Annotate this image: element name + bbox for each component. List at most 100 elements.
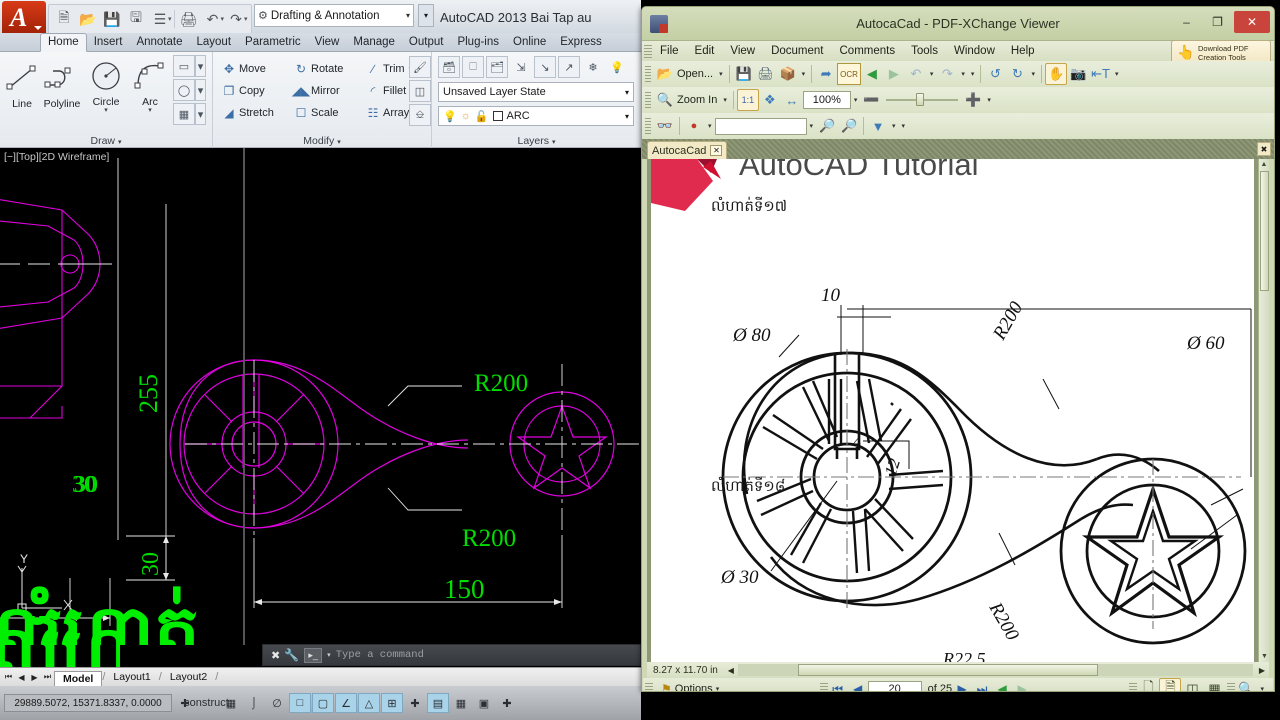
layout-tab-layout1[interactable]: Layout1 — [105, 670, 158, 684]
panel-layers-title[interactable]: Layers ▾ — [432, 135, 641, 147]
ducs-icon[interactable]: ∠ — [335, 693, 357, 713]
chevron-down-icon[interactable]: ▾ — [168, 15, 172, 23]
next-page-icon[interactable]: ▶ — [952, 682, 972, 691]
chevron-down-icon[interactable]: ▾ — [802, 70, 806, 78]
layer-off-icon[interactable]: 💡 — [606, 56, 628, 78]
tab-layout[interactable]: Layout — [190, 34, 239, 51]
chevron-down-icon[interactable]: ▾ — [130, 107, 170, 114]
chevron-down-icon[interactable]: ▾ — [327, 651, 331, 659]
chevron-down-icon[interactable]: ▾ — [810, 122, 814, 130]
layer-merge-icon[interactable]: 🗆 — [462, 56, 484, 78]
otrack-icon[interactable]: ▢ — [312, 693, 334, 713]
ask-icon[interactable]: ● — [683, 115, 705, 137]
save-icon[interactable]: 💾 — [100, 7, 124, 31]
match-properties-icon[interactable]: 🖌 — [409, 56, 431, 78]
layout-tab-layout2[interactable]: Layout2 — [162, 670, 215, 684]
toolbar-overflow-icon[interactable]: ▾ — [971, 70, 975, 78]
tab-express[interactable]: Express — [553, 34, 609, 51]
prev-view-icon[interactable]: ◀ — [992, 682, 1012, 691]
stretch-button[interactable]: ◢ Stretch — [219, 102, 287, 124]
layer-unisolate-icon[interactable]: ↗ — [558, 56, 580, 78]
menu-help[interactable]: Help — [1003, 43, 1043, 59]
transparency-icon[interactable]: ✚ — [404, 693, 426, 713]
wrench-icon[interactable]: 🔧 — [284, 648, 299, 662]
lineweight-icon[interactable]: ⊞ — [381, 693, 403, 713]
zoom-value-field[interactable]: 100% — [802, 91, 851, 109]
toolbar-grip[interactable] — [645, 682, 653, 691]
viewport-label[interactable]: [−][Top][2D Wireframe] — [4, 151, 109, 163]
comment-icon[interactable]: 🔎 — [838, 115, 860, 137]
pdf-vertical-scrollbar[interactable]: ▲ ▼ — [1258, 159, 1269, 662]
pdf-page-area[interactable]: AutoCAD Tutorial 10 Ø 80 Ø 30 4 12 R200 … — [647, 159, 1269, 662]
layer-isolate-icon[interactable]: ↘ — [534, 56, 556, 78]
print-icon[interactable]: 🖨 — [755, 63, 777, 85]
chevron-down-icon[interactable]: ▾ — [716, 685, 720, 691]
toolbar-grip[interactable] — [819, 682, 828, 691]
polyline-button[interactable]: Polyline — [42, 58, 82, 110]
autocad-viewport[interactable]: [−][Top][2D Wireframe] 255 30 30 Y លំហាត… — [0, 148, 641, 720]
scroll-down-icon[interactable]: ▼ — [1259, 651, 1269, 662]
quickprops-icon[interactable]: ▤ — [427, 693, 449, 713]
annotation-icon[interactable]: ▣ — [473, 693, 495, 713]
unlock-icon[interactable]: 🔓 — [475, 110, 489, 123]
panel-draw-title[interactable]: Draw ▾ — [0, 135, 212, 147]
layer-color-swatch[interactable] — [492, 111, 503, 121]
chevron-down-icon[interactable]: ▾ — [854, 96, 858, 104]
tab-online[interactable]: Online — [506, 34, 553, 51]
toolbar-grip[interactable] — [645, 66, 651, 82]
lightbulb-icon[interactable]: 💡 — [443, 110, 457, 123]
sun-icon[interactable]: ☼ — [461, 110, 471, 122]
chevron-down-icon[interactable]: ▾ — [195, 55, 206, 77]
polar-icon[interactable]: ∅ — [266, 693, 288, 713]
close-icon[interactable]: ✖ — [271, 649, 280, 662]
copy-button[interactable]: ❐ Copy — [219, 80, 287, 102]
export-icon[interactable]: ➦ — [815, 63, 837, 85]
chevron-down-icon[interactable]: ▾ — [244, 15, 248, 23]
save-icon[interactable]: 💾 — [733, 63, 755, 85]
chevron-down-icon[interactable]: ▾ — [719, 70, 723, 78]
tab-output[interactable]: Output — [402, 34, 451, 51]
chevron-down-icon[interactable]: ▾ — [1260, 685, 1264, 691]
arc-button[interactable]: Arc ▾ — [130, 56, 170, 114]
next-view-icon[interactable]: ▶ — [1012, 682, 1032, 691]
find-icon[interactable]: 👓 — [654, 115, 676, 137]
toolbar-grip[interactable] — [1129, 682, 1138, 691]
menu-view[interactable]: View — [722, 43, 763, 59]
chevron-down-icon[interactable]: ▾ — [195, 79, 206, 101]
loupe-icon[interactable]: 🔍 — [1235, 678, 1257, 691]
menu-file[interactable]: File — [652, 43, 687, 59]
layout-tab-model[interactable]: Model — [54, 670, 103, 686]
highlight-icon[interactable]: 🔎 — [816, 115, 838, 137]
current-layer-selector[interactable]: 💡 ☼ 🔓 ARC ▾ — [438, 106, 634, 126]
page-number-field[interactable]: 20 — [867, 680, 922, 691]
menu-window[interactable]: Window — [946, 43, 1003, 59]
pdf-horizontal-scrollbar[interactable] — [737, 664, 1253, 676]
tab-parametric[interactable]: Parametric — [238, 34, 308, 51]
facing-continuous-icon[interactable]: ▦ — [1203, 678, 1225, 691]
first-layout-icon[interactable]: ⏮ — [2, 670, 15, 685]
command-input[interactable]: Type a command — [336, 649, 424, 661]
add-icon[interactable]: ✚ — [496, 693, 518, 713]
rotate-right-icon[interactable]: ↻ — [1006, 63, 1028, 85]
menu-edit[interactable]: Edit — [687, 43, 723, 59]
scroll-up-icon[interactable]: ▲ — [1259, 159, 1269, 170]
new-icon[interactable]: 🗎 — [52, 7, 76, 31]
line-button[interactable]: Line — [2, 58, 42, 110]
open-icon[interactable]: 📂 — [654, 63, 676, 85]
toolbar-overflow-icon[interactable]: ▾ — [1115, 70, 1119, 78]
next-layout-icon[interactable]: ▶ — [28, 670, 41, 685]
single-page-icon[interactable]: 🗋 — [1137, 678, 1159, 691]
scale-button[interactable]: ☐ Scale — [291, 102, 361, 124]
coordinates-display[interactable]: 29889.5072, 15371.8337, 0.0000 — [4, 694, 172, 712]
rectangle-icon[interactable]: ▭ — [173, 55, 195, 77]
workspace-dropdown-button[interactable]: ▾ — [418, 4, 434, 27]
close-icon[interactable]: ✕ — [710, 145, 723, 156]
maximize-button[interactable]: ❐ — [1202, 11, 1233, 33]
ocr-icon[interactable]: OCR — [837, 63, 861, 85]
open-icon[interactable]: 📂 — [76, 7, 100, 31]
facing-icon[interactable]: ◫ — [1181, 678, 1203, 691]
chevron-down-icon[interactable]: ▾ — [406, 11, 410, 20]
command-line[interactable]: ✖ 🔧 ▸_ ▾ Type a command — [262, 644, 641, 666]
toolbar-overflow-icon[interactable]: ▾ — [1031, 70, 1035, 78]
prev-layout-icon[interactable]: ◀ — [15, 670, 28, 685]
